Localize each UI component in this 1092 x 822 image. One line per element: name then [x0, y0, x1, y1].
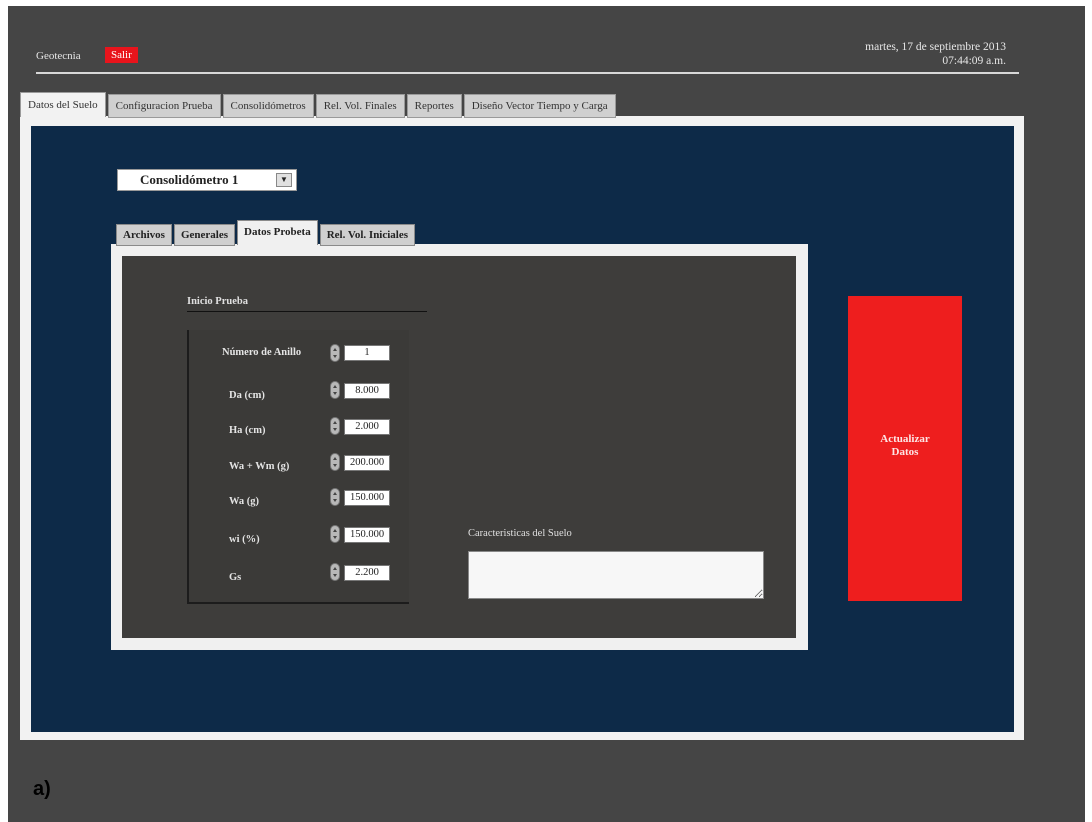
consolidometer-select[interactable]: Consolidómetro 1 ▼ — [117, 169, 297, 191]
datetime-display: martes, 17 de septiembre 2013 07:44:09 a… — [865, 40, 1006, 68]
input-ha[interactable] — [344, 419, 390, 435]
exit-button[interactable]: Salir — [105, 47, 138, 63]
tab-reportes[interactable]: Reportes — [406, 94, 462, 118]
tab-rel-vol-finales[interactable]: Rel. Vol. Finales — [315, 94, 405, 118]
actualizar-datos-label: Actualizar Datos — [848, 433, 962, 459]
spinner-da[interactable] — [330, 381, 340, 399]
tab-datos-probeta[interactable]: Datos Probeta — [237, 220, 318, 245]
input-wa-wm[interactable] — [344, 455, 390, 471]
header-divider — [36, 72, 1019, 74]
tab-generales[interactable]: Generales — [173, 224, 236, 246]
input-da[interactable] — [344, 383, 390, 399]
input-wa[interactable] — [344, 490, 390, 506]
field-label-gs: Gs — [229, 572, 242, 583]
actualizar-line1: Actualizar — [880, 433, 930, 445]
input-wi[interactable] — [344, 527, 390, 543]
inicio-prueba-title: Inicio Prueba — [187, 296, 248, 307]
spinner-wi[interactable] — [330, 525, 340, 543]
actualizar-datos-button[interactable]: Actualizar Datos — [848, 296, 962, 601]
main-tabs: Datos del Suelo Configuracion Prueba Con… — [20, 92, 618, 118]
sub-tabs: Archivos Generales Datos Probeta Rel. Vo… — [116, 220, 417, 246]
tab-datos-del-suelo[interactable]: Datos del Suelo — [20, 92, 106, 117]
field-label-wa-wm: Wa + Wm (g) — [229, 461, 290, 472]
app-title: Geotecnia — [36, 50, 81, 62]
time-text: 07:44:09 a.m. — [942, 55, 1006, 67]
input-gs[interactable] — [344, 565, 390, 581]
field-label-da: Da (cm) — [229, 390, 265, 401]
actualizar-line2: Datos — [891, 446, 919, 458]
tab-archivos[interactable]: Archivos — [116, 224, 172, 246]
caracteristicas-field[interactable] — [468, 551, 764, 599]
spinner-gs[interactable] — [330, 563, 340, 581]
spinner-ha[interactable] — [330, 417, 340, 435]
date-text: martes, 17 de septiembre 2013 — [865, 41, 1006, 53]
field-label-numero-anillo: Número de Anillo — [222, 347, 302, 358]
tab-configuracion-prueba[interactable]: Configuracion Prueba — [107, 94, 221, 118]
spinner-wa-wm[interactable] — [330, 453, 340, 471]
dropdown-arrow-icon[interactable]: ▼ — [276, 173, 292, 187]
input-numero-anillo[interactable] — [344, 345, 390, 361]
field-label-wa: Wa (g) — [229, 496, 260, 507]
inicio-prueba-underline — [187, 311, 427, 312]
tab-diseno-vector[interactable]: Diseño Vector Tiempo y Carga — [463, 94, 616, 118]
field-label-wi: wi (%) — [229, 534, 260, 545]
figure-label: a) — [33, 778, 51, 800]
field-label-ha: Ha (cm) — [229, 425, 266, 436]
caracteristicas-label: Caracteristicas del Suelo — [468, 528, 572, 539]
spinner-wa[interactable] — [330, 488, 340, 506]
tab-rel-vol-iniciales[interactable]: Rel. Vol. Iniciales — [319, 224, 416, 246]
spinner-numero-anillo[interactable] — [330, 344, 340, 362]
consolidometer-select-value: Consolidómetro 1 — [140, 172, 239, 187]
tab-consolidometros[interactable]: Consolidómetros — [222, 94, 314, 118]
